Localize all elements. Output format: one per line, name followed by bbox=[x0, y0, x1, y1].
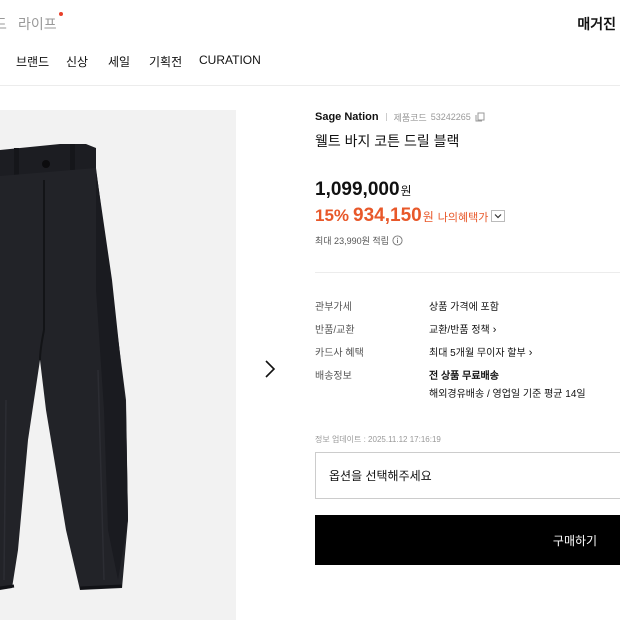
benefit-expand-button[interactable] bbox=[491, 210, 506, 222]
nav-item-curation[interactable]: CURATION bbox=[199, 53, 261, 67]
option-select-placeholder: 옵션을 선택해주세요 bbox=[329, 469, 432, 483]
tab-life-label: 라이프 bbox=[18, 16, 57, 32]
tab-cut-off[interactable]: 드 bbox=[0, 14, 7, 34]
card-benefit-label: 최대 5개월 무이자 할부 bbox=[429, 348, 526, 359]
spec-value-shipping-detail: 해외경유배송 / 영업일 기준 평균 14일 bbox=[429, 389, 586, 400]
return-policy-label: 교환/반품 정책 bbox=[429, 325, 490, 336]
original-price: 1,099,000원 bbox=[315, 179, 412, 201]
sale-currency-unit: 원 bbox=[422, 210, 434, 224]
brand-name[interactable]: Sage Nation bbox=[315, 111, 379, 123]
chevron-right-icon: › bbox=[528, 347, 533, 359]
brand-row: Sage Nation 제품코드 53242265 bbox=[315, 110, 485, 124]
info-updated-time: 정보 업데이트 : 2025.11.12 17:16:19 bbox=[315, 435, 441, 444]
original-price-value: 1,099,000 bbox=[315, 179, 400, 200]
chevron-right-icon: › bbox=[492, 324, 497, 336]
spec-label-return: 반품/교환 bbox=[315, 325, 355, 336]
buy-button-label: 구매하기 bbox=[552, 533, 598, 548]
next-image-arrow-icon[interactable] bbox=[262, 358, 278, 380]
new-dot-badge bbox=[58, 12, 63, 16]
buy-button[interactable]: 구매하기 bbox=[315, 515, 620, 565]
points-text: 최대 23,990원 적립 bbox=[315, 236, 389, 246]
chevron-down-icon bbox=[494, 214, 502, 219]
discount-rate: 15% bbox=[315, 206, 350, 225]
copy-icon[interactable] bbox=[475, 112, 485, 122]
product-info-panel: Sage Nation 제품코드 53242265 웰트 바지 코튼 드릴 블랙… bbox=[315, 0, 620, 620]
spec-label-duty: 관부가세 bbox=[315, 302, 352, 313]
product-code: 53242265 bbox=[430, 112, 471, 122]
product-code-label: 제품코드 bbox=[393, 112, 427, 123]
nav-item-exhibition[interactable]: 기획전 bbox=[149, 53, 182, 70]
info-icon[interactable] bbox=[392, 235, 403, 246]
sale-price-value: 934,150 bbox=[353, 205, 422, 226]
section-divider bbox=[315, 272, 620, 273]
product-image bbox=[0, 110, 236, 620]
separator bbox=[385, 113, 387, 121]
card-benefit-link[interactable]: 최대 5개월 무이자 할부 › bbox=[429, 344, 532, 359]
spec-label-shipping: 배송정보 bbox=[315, 371, 352, 382]
nav-item-new[interactable]: 신상 bbox=[66, 53, 88, 70]
tab-life[interactable]: 라이프 bbox=[18, 12, 63, 34]
spec-value-shipping: 전 상품 무료배송 bbox=[429, 371, 499, 382]
currency-unit: 원 bbox=[400, 184, 412, 198]
pants-illustration bbox=[0, 144, 128, 590]
my-benefit-label: 나의혜택가 bbox=[437, 212, 489, 224]
spec-label-card: 카드사 혜택 bbox=[315, 348, 364, 359]
option-select[interactable]: 옵션을 선택해주세요 bbox=[315, 452, 620, 499]
points-info: 최대 23,990원 적립 bbox=[315, 234, 403, 247]
spec-value-duty: 상품 가격에 포함 bbox=[429, 302, 499, 313]
return-policy-link[interactable]: 교환/반품 정책 › bbox=[429, 321, 496, 336]
product-title: 웰트 바지 코튼 드릴 블랙 bbox=[315, 133, 460, 149]
sale-price-row: 15% 934,150 원 나의혜택가 bbox=[315, 205, 506, 227]
nav-item-sale[interactable]: 세일 bbox=[108, 53, 130, 70]
nav-item-brand[interactable]: 브랜드 bbox=[16, 53, 49, 70]
